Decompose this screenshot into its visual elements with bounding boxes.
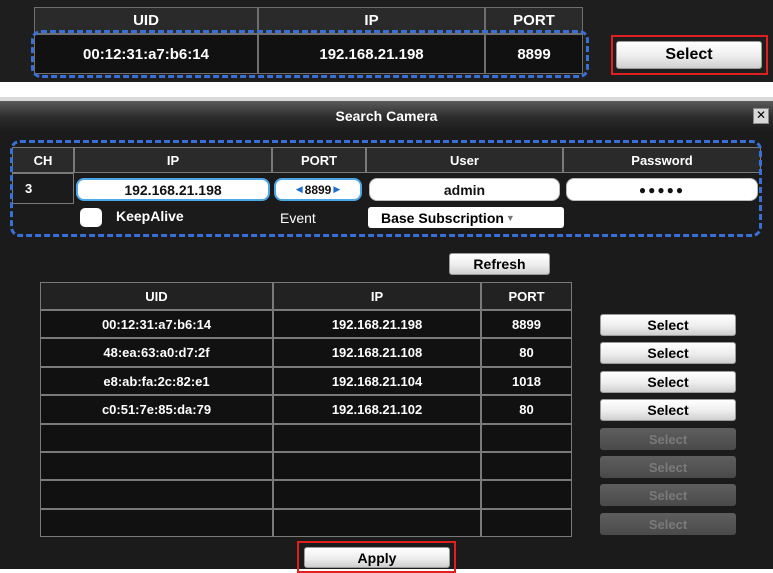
select-button[interactable]: Select [600, 342, 736, 364]
select-button[interactable]: Select [600, 371, 736, 393]
select-button[interactable]: Select [600, 314, 736, 336]
top-header-ip: IP [258, 7, 485, 34]
result-uid: e8:ab:fa:2c:82:e1 [40, 367, 273, 395]
refresh-button[interactable]: Refresh [449, 253, 550, 275]
top-excerpt-panel: UID IP PORT 00:12:31:a7:b6:14 192.168.21… [0, 0, 773, 82]
result-port: 80 [481, 338, 572, 367]
select-button: Select [600, 428, 736, 450]
port-increment-icon[interactable]: ▶ [333, 184, 340, 195]
result-uid: 00:12:31:a7:b6:14 [40, 310, 273, 338]
event-dropdown-value: Base Subscription [381, 209, 504, 226]
keepalive-label: KeepAlive [116, 208, 184, 224]
channel-header-password: Password [563, 147, 761, 173]
select-button: Select [600, 513, 736, 535]
result-ip: 192.168.21.108 [273, 338, 481, 367]
result-ip [273, 424, 481, 452]
result-ip [273, 509, 481, 537]
result-port [481, 452, 572, 480]
result-ip [273, 452, 481, 480]
result-port: 1018 [481, 367, 572, 395]
top-header-uid: UID [34, 7, 258, 34]
close-icon[interactable]: ✕ [753, 108, 769, 124]
channel-number: 3 [12, 173, 74, 204]
top-row-uid: 00:12:31:a7:b6:14 [34, 34, 258, 74]
result-port [481, 480, 572, 509]
results-header-ip: IP [273, 282, 481, 310]
result-uid: 48:ea:63:a0:d7:2f [40, 338, 273, 367]
top-header-port: PORT [485, 7, 583, 34]
user-field[interactable]: admin [369, 178, 560, 201]
result-uid [40, 509, 273, 537]
port-decrement-icon[interactable]: ◀ [296, 184, 303, 195]
result-port: 80 [481, 395, 572, 424]
result-ip: 192.168.21.104 [273, 367, 481, 395]
top-row-ip: 192.168.21.198 [258, 34, 485, 74]
event-dropdown[interactable]: Base Subscription ▼ [368, 207, 564, 228]
password-field[interactable]: ●●●●● [566, 178, 758, 201]
results-header-port: PORT [481, 282, 572, 310]
result-ip: 192.168.21.102 [273, 395, 481, 424]
channel-header-ip: IP [74, 147, 272, 173]
dialog-title: Search Camera [335, 108, 438, 124]
dialog-titlebar: Search Camera [0, 101, 773, 131]
event-label: Event [280, 210, 316, 226]
channel-header-user: User [366, 147, 563, 173]
results-header-uid: UID [40, 282, 273, 310]
channel-header-port: PORT [272, 147, 366, 173]
result-ip [273, 480, 481, 509]
search-camera-dialog: Search Camera ✕ CH IP PORT User Password… [0, 97, 773, 573]
ip-field[interactable]: 192.168.21.198 [76, 178, 270, 201]
result-uid [40, 452, 273, 480]
result-uid [40, 424, 273, 452]
result-ip: 192.168.21.198 [273, 310, 481, 338]
chevron-down-icon: ▼ [505, 212, 515, 223]
port-stepper[interactable]: ◀ 8899 ▶ [274, 178, 362, 201]
apply-highlight [297, 541, 456, 573]
result-uid [40, 480, 273, 509]
port-value: 8899 [304, 182, 332, 197]
result-port [481, 509, 572, 537]
keepalive-checkbox[interactable] [80, 208, 102, 227]
result-port [481, 424, 572, 452]
channel-header-ch: CH [12, 147, 74, 173]
result-uid: c0:51:7e:85:da:79 [40, 395, 273, 424]
top-row-port: 8899 [485, 34, 583, 74]
select-button: Select [600, 456, 736, 478]
result-port: 8899 [481, 310, 572, 338]
top-select-highlight [611, 35, 768, 75]
select-button: Select [600, 484, 736, 506]
select-button[interactable]: Select [600, 399, 736, 421]
